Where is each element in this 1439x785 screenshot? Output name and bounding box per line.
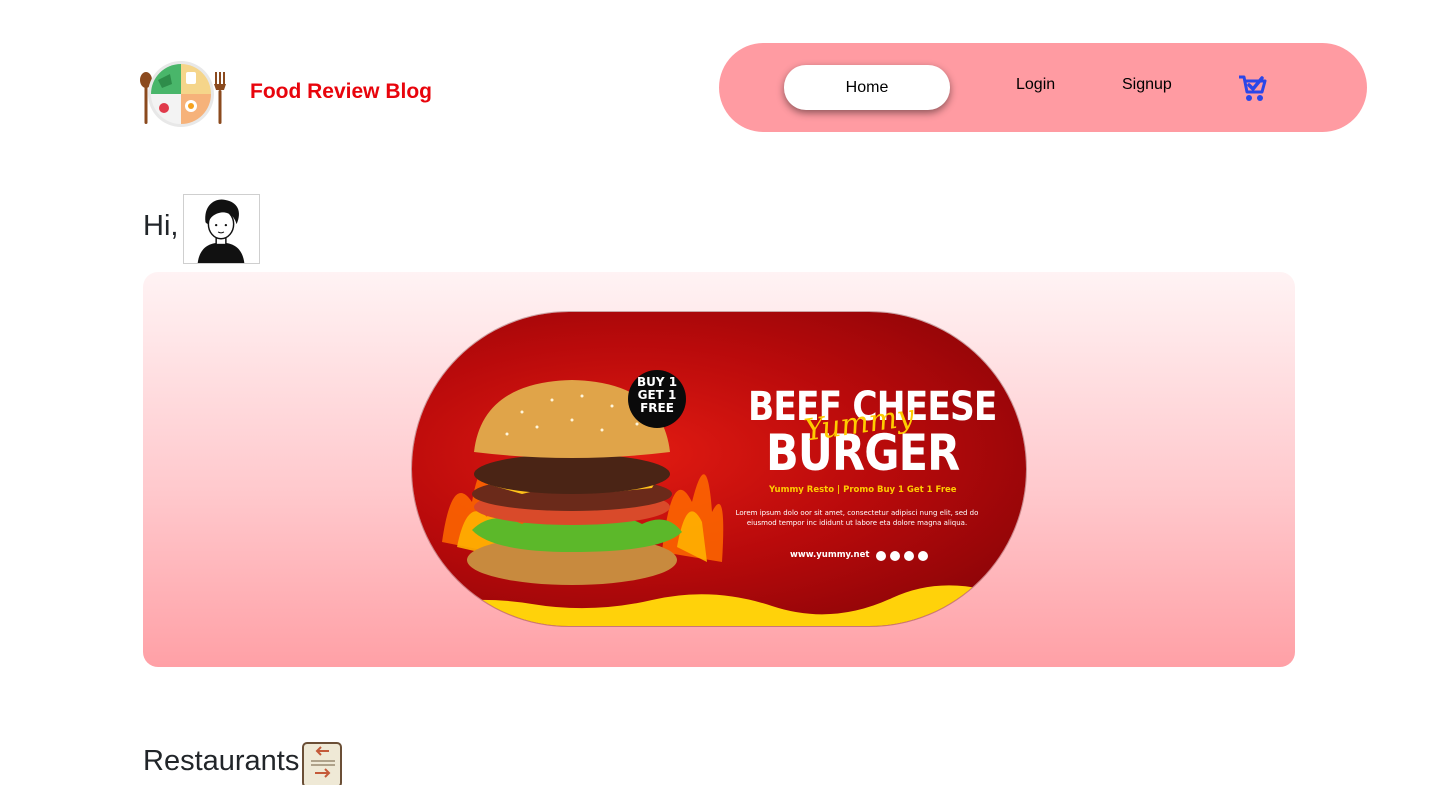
promo-banner[interactable]: BUY 1 GET 1 FREE BEEF CHEESE BURGER Yumm… [412, 312, 1026, 626]
instagram-icon [876, 551, 886, 561]
restaurants-title: Restaurants [143, 745, 300, 777]
shopping-cart-check-icon[interactable] [1238, 73, 1268, 103]
twitter-icon [904, 551, 914, 561]
restaurant-menu-icon [302, 742, 343, 785]
nav-signup-link[interactable]: Signup [1122, 76, 1172, 94]
banner-body: Lorem ipsum dolo oor sit amet, consectet… [735, 509, 979, 527]
nav-login-link[interactable]: Login [1016, 76, 1055, 94]
banner-promo: Yummy Resto | Promo Buy 1 Get 1 Free [769, 485, 957, 495]
yummy-brand-icon [414, 312, 434, 333]
banner-website: www.yummy.net [790, 550, 870, 560]
whatsapp-icon [918, 551, 928, 561]
promo-badge-line: FREE [640, 401, 674, 415]
food-plate-logo-icon [140, 61, 226, 127]
greeting: Hi, [143, 194, 261, 264]
hero-panel: BUY 1 GET 1 FREE BEEF CHEESE BURGER Yumm… [143, 272, 1295, 667]
brand-title: Food Review Blog [250, 80, 433, 103]
facebook-icon [890, 551, 900, 561]
brand[interactable]: Food Review Blog [136, 60, 432, 130]
restaurants-heading: Restaurants [143, 740, 347, 785]
promo-badge: BUY 1 GET 1 FREE [628, 370, 686, 428]
social-icons [876, 551, 928, 561]
user-avatar-icon[interactable] [183, 194, 261, 264]
navbar: Home Login Signup [719, 43, 1367, 132]
nav-home-button[interactable]: Home [784, 65, 950, 110]
greeting-text: Hi, [143, 210, 179, 242]
